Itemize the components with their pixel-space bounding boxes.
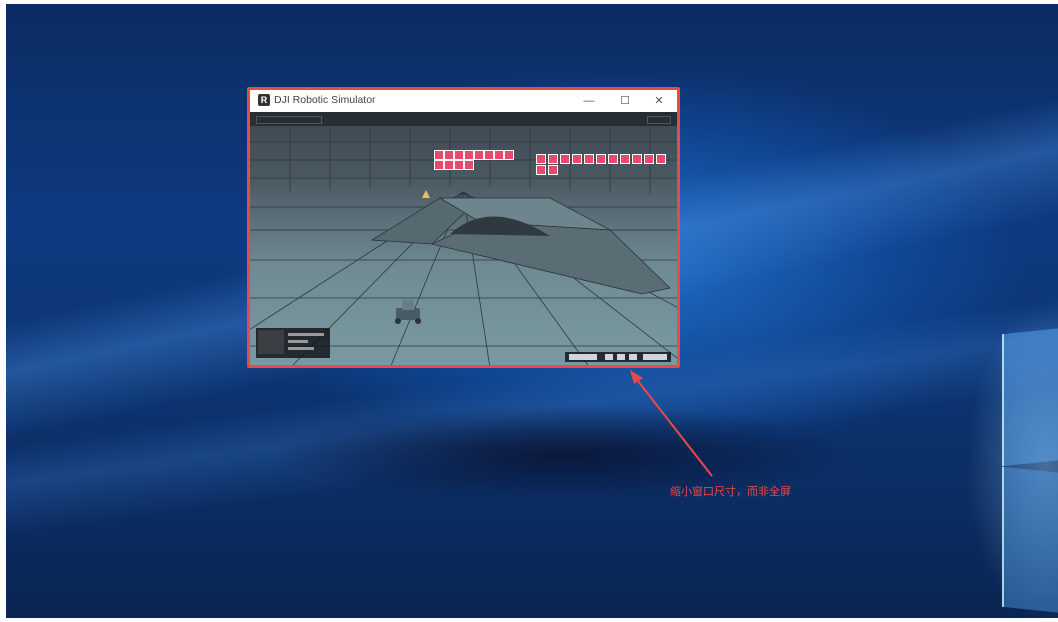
hud-icon[interactable] xyxy=(620,154,630,164)
hud-icon[interactable] xyxy=(632,154,642,164)
top-left-button[interactable] xyxy=(256,116,322,124)
window-title: DJI Robotic Simulator xyxy=(274,94,376,106)
panel-line xyxy=(288,333,324,336)
minimize-button[interactable]: — xyxy=(578,92,600,110)
hud-icon[interactable] xyxy=(584,154,594,164)
hud-icon[interactable] xyxy=(596,154,606,164)
bottom-button[interactable] xyxy=(629,354,637,360)
hud-icon[interactable] xyxy=(656,154,666,164)
panel-line xyxy=(288,347,314,350)
close-button[interactable]: ✕ xyxy=(648,92,670,110)
annotation-text: 缩小窗口尺寸，而非全屏 xyxy=(670,486,791,498)
bottom-button[interactable] xyxy=(617,354,625,360)
robot-thumbnail xyxy=(258,330,284,354)
hud-icon[interactable] xyxy=(536,165,546,175)
hud-icon[interactable] xyxy=(464,150,474,160)
title-bar[interactable]: R DJI Robotic Simulator — ☐ ✕ xyxy=(250,90,677,112)
windows-logo-pane-top xyxy=(1002,327,1058,467)
simulator-viewport[interactable] xyxy=(250,112,677,365)
top-toolbar xyxy=(250,112,677,126)
hud-icon[interactable] xyxy=(434,150,444,160)
hud-icon[interactable] xyxy=(644,154,654,164)
maximize-button[interactable]: ☐ xyxy=(614,92,636,110)
hud-icon[interactable] xyxy=(454,150,464,160)
hud-icon[interactable] xyxy=(560,154,570,164)
hud-icon[interactable] xyxy=(536,154,546,164)
hud-icon[interactable] xyxy=(572,154,582,164)
robot-info-panel xyxy=(256,328,330,358)
hud-icon[interactable] xyxy=(444,160,454,170)
bottom-control-bar[interactable] xyxy=(565,352,671,362)
bottom-button[interactable] xyxy=(605,354,613,360)
hud-icon[interactable] xyxy=(444,150,454,160)
hud-icon[interactable] xyxy=(464,160,474,170)
hud-icon[interactable] xyxy=(504,150,514,160)
hud-icon[interactable] xyxy=(454,160,464,170)
hud-icon[interactable] xyxy=(434,160,444,170)
hud-icon[interactable] xyxy=(474,150,484,160)
hud-icon[interactable] xyxy=(608,154,618,164)
hud-icon[interactable] xyxy=(494,150,504,160)
hud-icon[interactable] xyxy=(484,150,494,160)
top-right-button[interactable] xyxy=(647,116,671,124)
hud-icon[interactable] xyxy=(548,154,558,164)
panel-line xyxy=(288,340,308,343)
hud-icon[interactable] xyxy=(548,165,558,175)
app-logo-icon: R xyxy=(258,94,270,106)
bottom-button[interactable] xyxy=(643,354,667,360)
simulator-window[interactable]: R DJI Robotic Simulator — ☐ ✕ xyxy=(247,87,680,368)
bottom-button[interactable] xyxy=(569,354,597,360)
windows-logo-pane-bottom xyxy=(1002,466,1058,614)
